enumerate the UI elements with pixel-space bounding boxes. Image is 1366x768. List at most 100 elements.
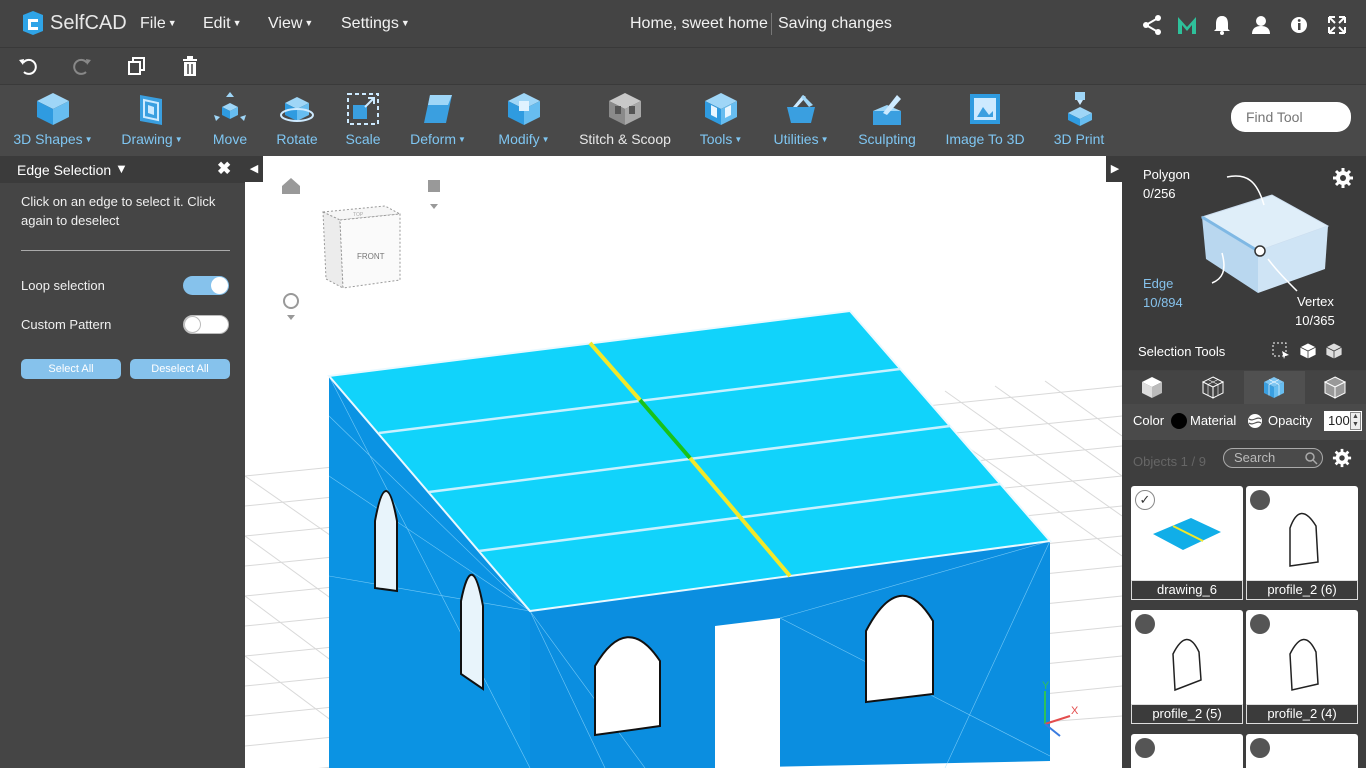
image-to-3d-icon <box>970 94 1000 124</box>
object-card-profile-2-5[interactable]: profile_2 (5) <box>1131 610 1243 724</box>
info-icon[interactable] <box>1288 14 1310 36</box>
utilities-icon <box>787 95 815 123</box>
divider <box>21 250 230 251</box>
objects-panel: Objects 1 / 9 Search ✓ drawing_6 profile… <box>1122 440 1366 768</box>
3d-print-icon <box>1068 92 1092 126</box>
object-card-partial[interactable] <box>1246 734 1358 768</box>
panel-dropdown-icon[interactable]: ▼ <box>115 161 128 176</box>
object-select-checkbox[interactable] <box>1250 738 1270 758</box>
menu-edit[interactable]: Edit ▼ <box>203 15 242 33</box>
selection-mode-cube[interactable] <box>1192 171 1332 301</box>
quick-actions-bar <box>0 48 1366 84</box>
select-all-button[interactable]: Select All <box>21 359 121 379</box>
object-properties-row: Color Material Opacity 100 ▲ ▼ <box>1122 404 1366 440</box>
tool-utilities[interactable]: Utilities ▼ <box>770 91 832 147</box>
color-swatch[interactable] <box>1171 413 1187 429</box>
tab-solid[interactable] <box>1122 371 1183 404</box>
window-left-2[interactable] <box>460 573 484 691</box>
camera-projection-icon[interactable] <box>428 180 440 209</box>
object-select-checkbox[interactable]: ✓ <box>1135 490 1155 510</box>
object-select-checkbox[interactable] <box>1135 614 1155 634</box>
tool-3d-shapes[interactable]: 3D Shapes ▼ <box>13 91 93 147</box>
tool-image-to-3d[interactable]: Image To 3D <box>944 91 1026 147</box>
edge-label[interactable]: Edge <box>1143 276 1173 291</box>
scene-canvas[interactable]: FRONT TOP Y X <box>245 156 1122 768</box>
deselect-all-button[interactable]: Deselect All <box>130 359 230 379</box>
render-mode-tabs <box>1122 371 1366 404</box>
object-card-drawing-6[interactable]: ✓ drawing_6 <box>1131 486 1243 600</box>
selfcad-logo-icon <box>23 11 43 35</box>
right-panel: Polygon 0/256 Edge 10/894 Vertex 10/365 … <box>1122 156 1366 768</box>
material-sphere-icon[interactable] <box>1247 413 1263 429</box>
tool-rotate[interactable]: Rotate <box>273 91 321 147</box>
fullscreen-icon[interactable] <box>1326 14 1348 36</box>
gear-icon[interactable] <box>1332 167 1354 189</box>
tool-drawing[interactable]: Drawing ▼ <box>118 91 186 147</box>
tool-tools[interactable]: Tools ▼ <box>697 91 745 147</box>
object-card-partial[interactable] <box>1131 734 1243 768</box>
select-similar-icon[interactable] <box>1325 342 1343 360</box>
window-left-1[interactable] <box>374 490 398 593</box>
view-cube[interactable]: FRONT TOP <box>321 205 402 289</box>
collapse-left-panel-button[interactable]: ◀ <box>245 156 263 182</box>
toggle-knob <box>184 316 201 333</box>
polygon-label[interactable]: Polygon <box>1143 167 1190 182</box>
bell-icon[interactable] <box>1211 14 1233 36</box>
tab-xray[interactable] <box>1305 371 1366 404</box>
tool-deform[interactable]: Deform ▼ <box>407 91 469 147</box>
tab-wireframe[interactable] <box>1183 371 1244 404</box>
custom-pattern-toggle[interactable] <box>183 315 229 334</box>
object-thumbnail <box>1289 512 1319 567</box>
document-title[interactable]: Home, sweet home <box>630 15 768 33</box>
tool-scale[interactable]: Scale <box>340 91 386 147</box>
select-connected-icon[interactable] <box>1299 342 1317 360</box>
menu-file[interactable]: File ▼ <box>140 15 177 33</box>
tool-stitch-scoop[interactable]: Stitch & Scoop <box>578 91 672 147</box>
close-icon[interactable]: ✖ <box>217 159 231 179</box>
selection-tools-label: Selection Tools <box>1138 344 1226 359</box>
objects-count: Objects 1 / 9 <box>1133 454 1206 469</box>
door-opening <box>715 618 780 768</box>
tool-3d-print[interactable]: 3D Print <box>1051 91 1107 147</box>
m-logo-icon[interactable] <box>1176 14 1198 36</box>
rectangle-select-icon[interactable] <box>1272 342 1290 360</box>
vertex-count: 10/365 <box>1295 313 1335 328</box>
object-select-checkbox[interactable] <box>1250 490 1270 510</box>
object-name: profile_2 (4) <box>1246 704 1358 724</box>
orbit-icon[interactable] <box>283 293 299 320</box>
redo-icon[interactable] <box>71 55 93 77</box>
undo-icon[interactable] <box>17 55 39 77</box>
edge-selection-panel: Edge Selection ▼ ✖ Click on an edge to s… <box>0 156 245 768</box>
object-select-checkbox[interactable] <box>1250 614 1270 634</box>
xray-cube-icon <box>1323 376 1347 399</box>
share-icon[interactable] <box>1141 14 1163 36</box>
menu-view[interactable]: View ▼ <box>268 15 313 33</box>
menu-settings[interactable]: Settings ▼ <box>341 15 410 33</box>
app-logo[interactable]: SelfCAD <box>20 10 127 36</box>
user-icon[interactable] <box>1250 14 1272 36</box>
tool-sculpting[interactable]: Sculpting <box>857 91 917 147</box>
vertex-label[interactable]: Vertex <box>1297 294 1334 309</box>
object-select-checkbox[interactable] <box>1135 738 1155 758</box>
drawing-icon <box>140 95 162 125</box>
gear-icon[interactable] <box>1332 448 1352 468</box>
selection-mode-box: Polygon 0/256 Edge 10/894 Vertex 10/365 … <box>1122 156 1366 370</box>
search-icon[interactable] <box>1304 451 1318 465</box>
opacity-stepper[interactable]: ▲ ▼ <box>1350 412 1361 430</box>
loop-selection-toggle[interactable] <box>183 276 229 295</box>
axis-y-label: Y <box>1042 680 1050 692</box>
view-cube-front-label: FRONT <box>357 252 385 261</box>
object-card-profile-2-6[interactable]: profile_2 (6) <box>1246 486 1358 600</box>
copy-icon[interactable] <box>125 55 147 77</box>
home-icon[interactable] <box>282 178 300 194</box>
find-tool-input[interactable] <box>1231 102 1351 132</box>
3d-viewport[interactable]: FRONT TOP Y X <box>245 156 1122 768</box>
tool-move[interactable]: Move <box>207 91 253 147</box>
delete-icon[interactable] <box>179 55 201 77</box>
tab-solid-wireframe[interactable] <box>1244 371 1305 404</box>
window-front-1[interactable] <box>594 636 661 737</box>
object-card-profile-2-4[interactable]: profile_2 (4) <box>1246 610 1358 724</box>
tool-modify[interactable]: Modify ▼ <box>495 91 553 147</box>
object-thumbnail <box>1172 638 1202 692</box>
object-name: profile_2 (5) <box>1131 704 1243 724</box>
